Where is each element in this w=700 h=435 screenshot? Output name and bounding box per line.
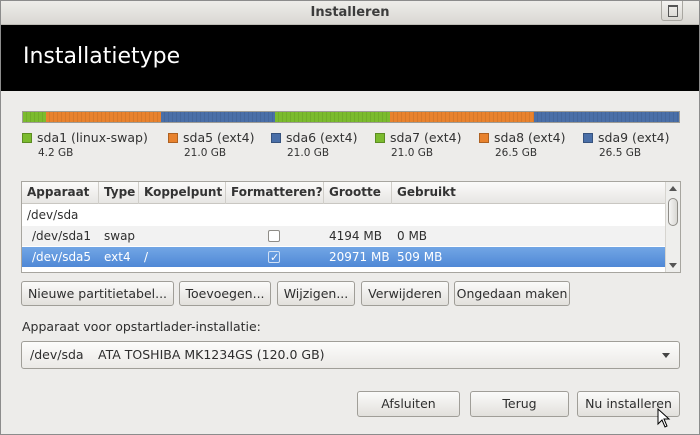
bootloader-device-select[interactable]: /dev/sda ATA TOSHIBA MK1234GS (120.0 GB) (21, 341, 680, 369)
column-header-type[interactable]: Type (99, 182, 139, 204)
legend-size: 21.0 GB (391, 147, 434, 159)
table-row[interactable]: /dev/sda1 swap 4194 MB 0 MB (22, 226, 665, 246)
legend-swatch (583, 133, 593, 143)
table-scrollbar[interactable] (665, 182, 680, 272)
column-header-size[interactable]: Grootte (324, 182, 392, 204)
legend-size: 26.5 GB (495, 147, 538, 159)
installer-window: Installeren Installatietype sda1 (linux-… (0, 0, 700, 435)
column-header-format[interactable]: Formatteren? (226, 182, 324, 204)
partition-segment-sda8 (389, 112, 535, 122)
cell-size: 20971 MB (329, 250, 390, 264)
cell-used: 509 MB (397, 250, 443, 264)
maximize-icon[interactable] (661, 1, 683, 21)
table-row[interactable]: /dev/sda (22, 205, 665, 225)
legend-name: sda5 (ext4) (183, 130, 255, 145)
scroll-up-icon[interactable] (669, 186, 677, 191)
cell-type: ext4 (104, 250, 131, 264)
legend-swatch (22, 133, 32, 143)
legend-name: sda1 (linux-swap) (37, 130, 148, 145)
undo-button[interactable]: Ongedaan maken (454, 281, 570, 306)
bootloader-disk: ATA TOSHIBA MK1234GS (120.0 GB) (98, 347, 325, 362)
legend-item-sda5: sda5 (ext4) 21.0 GB (168, 130, 255, 159)
change-partition-button[interactable]: Wijzigen... (277, 281, 355, 306)
legend-item-sda6: sda6 (ext4) 21.0 GB (271, 130, 358, 159)
partition-segment-sda9 (534, 112, 679, 122)
partition-segment-sda6 (160, 112, 276, 122)
scroll-thumb[interactable] (668, 198, 678, 226)
partition-segment-sda1 (23, 112, 46, 122)
legend-name: sda9 (ext4) (598, 130, 670, 145)
new-partition-table-button[interactable]: Nieuwe partitietabel... (21, 281, 174, 306)
cell-device: /dev/sda5 (32, 250, 92, 264)
page-title: Installatietype (23, 44, 181, 69)
legend-swatch (479, 133, 489, 143)
mouse-cursor-icon (657, 408, 671, 428)
add-partition-button[interactable]: Toevoegen... (179, 281, 271, 306)
legend-size: 26.5 GB (599, 147, 642, 159)
legend-size: 21.0 GB (184, 147, 227, 159)
legend-item-sda8: sda8 (ext4) 26.5 GB (479, 130, 566, 159)
scroll-down-icon[interactable] (669, 263, 677, 268)
table-header: Apparaat Type Koppelpunt Formatteren? Gr… (22, 182, 665, 204)
legend-swatch (375, 133, 385, 143)
legend-swatch (168, 133, 178, 143)
delete-partition-button[interactable]: Verwijderen (361, 281, 449, 306)
back-button[interactable]: Terug (470, 391, 569, 417)
cell-used: 0 MB (397, 229, 428, 243)
bootloader-label: Apparaat voor opstartlader-installatie: (22, 319, 261, 334)
bootloader-device: /dev/sda (30, 347, 84, 362)
cell-mount: / (144, 250, 149, 264)
format-checkbox[interactable] (268, 230, 280, 242)
window-title: Installeren (310, 5, 390, 20)
quit-button[interactable]: Afsluiten (357, 391, 460, 417)
cell-size: 4194 MB (329, 229, 382, 243)
legend-item-sda9: sda9 (ext4) 26.5 GB (583, 130, 670, 159)
chevron-down-icon (662, 353, 670, 358)
partition-bar (22, 111, 680, 123)
column-header-used[interactable]: Gebruikt (392, 182, 665, 204)
cell-device: /dev/sda1 (32, 229, 92, 243)
table-row-selected[interactable]: /dev/sda5 ext4 / 20971 MB 509 MB (22, 247, 665, 268)
legend-size: 21.0 GB (287, 147, 330, 159)
column-header-device[interactable]: Apparaat (22, 182, 99, 204)
legend-name: sda8 (ext4) (494, 130, 566, 145)
partition-legend: sda1 (linux-swap) 4.2 GB sda5 (ext4) 21.… (22, 130, 682, 164)
legend-item-sda7: sda7 (ext4) 21.0 GB (375, 130, 462, 159)
cell-mount (139, 226, 144, 246)
legend-name: sda6 (ext4) (286, 130, 358, 145)
column-header-mount[interactable]: Koppelpunt (139, 182, 226, 204)
partition-segment-sda5 (45, 112, 161, 122)
legend-swatch (271, 133, 281, 143)
page-header: Installatietype (1, 25, 699, 91)
format-checkbox-checked[interactable] (268, 248, 280, 268)
legend-size: 4.2 GB (38, 147, 74, 159)
cell-type: swap (104, 229, 136, 243)
legend-name: sda7 (ext4) (390, 130, 462, 145)
partition-segment-sda7 (275, 112, 390, 122)
partition-table[interactable]: Apparaat Type Koppelpunt Formatteren? Gr… (21, 181, 681, 273)
legend-item-sda1: sda1 (linux-swap) 4.2 GB (22, 130, 148, 159)
title-bar[interactable]: Installeren (1, 1, 699, 25)
cell-device: /dev/sda (27, 208, 79, 222)
